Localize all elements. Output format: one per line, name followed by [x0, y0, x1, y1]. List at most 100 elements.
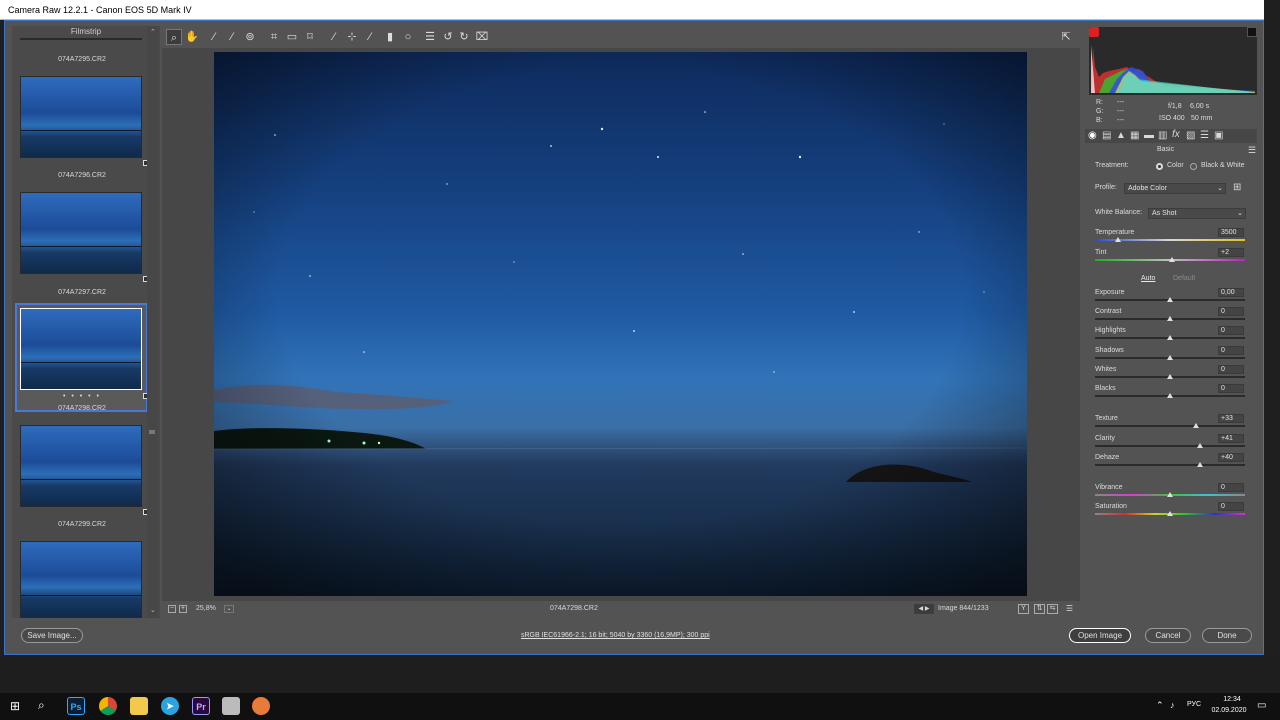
- app-icon[interactable]: [252, 697, 270, 715]
- profile-dropdown[interactable]: Adobe Color ⌄: [1124, 183, 1226, 194]
- contrast-value-field[interactable]: 0: [1218, 307, 1244, 316]
- radial-filter-icon[interactable]: ○: [400, 29, 416, 45]
- shadows-value-field[interactable]: 0: [1218, 346, 1244, 355]
- thumbnail-074A7297[interactable]: [20, 192, 142, 274]
- shadow-clipping-warning-icon[interactable]: [1089, 27, 1099, 37]
- highlights-slider-thumb[interactable]: [1167, 335, 1173, 340]
- clarity-slider-thumb[interactable]: [1197, 443, 1203, 448]
- rotate-right-icon[interactable]: ↻: [456, 29, 472, 45]
- red-eye-icon[interactable]: ⊹: [344, 29, 360, 45]
- texture-value-field[interactable]: +33: [1218, 414, 1244, 423]
- preview-settings-icon[interactable]: ☰: [1064, 604, 1075, 614]
- whites-value-field[interactable]: 0: [1218, 365, 1244, 374]
- hand-icon[interactable]: ✋: [184, 29, 200, 45]
- star-rating[interactable]: • • • • •: [12, 393, 152, 400]
- save-image-button[interactable]: Save Image...: [21, 628, 83, 643]
- rotate-left-icon[interactable]: ↺: [440, 29, 456, 45]
- tray-chevron-up-icon[interactable]: ⌃: [1156, 700, 1164, 711]
- thumbnail-074A7296[interactable]: [20, 76, 142, 158]
- white-balance-dropdown[interactable]: As Shot ⌄: [1148, 208, 1246, 219]
- thumbnail-074A7298[interactable]: [20, 308, 142, 390]
- chrome-icon[interactable]: [99, 697, 117, 715]
- clock-time[interactable]: 12:34: [1215, 696, 1249, 703]
- graduated-filter-icon[interactable]: ▮: [382, 29, 398, 45]
- panel-menu-icon[interactable]: ☰: [1248, 145, 1256, 156]
- default-button[interactable]: Default: [1173, 275, 1195, 282]
- thumbnail-074A7300[interactable]: [20, 541, 142, 618]
- detail-tab-icon[interactable]: ▲: [1116, 130, 1126, 141]
- effects-tab-icon[interactable]: fx: [1172, 129, 1180, 140]
- zoom-dropdown-icon[interactable]: ⌄: [224, 605, 234, 613]
- snapshots-tab-icon[interactable]: ▣: [1214, 130, 1223, 141]
- temperature-value-field[interactable]: 3500: [1218, 228, 1244, 237]
- profile-browser-icon[interactable]: ⊞: [1233, 182, 1245, 194]
- spot-removal-icon[interactable]: ⁄: [326, 29, 342, 45]
- tone-curve-tab-icon[interactable]: ▤: [1102, 130, 1111, 141]
- black-white-radio[interactable]: [1190, 163, 1197, 170]
- blacks-value-field[interactable]: 0: [1218, 384, 1244, 393]
- copy-settings-icon[interactable]: ⇆: [1047, 604, 1058, 614]
- fullscreen-icon[interactable]: ⇱: [1058, 29, 1074, 45]
- split-toning-tab-icon[interactable]: ▬: [1144, 130, 1154, 141]
- zoom-icon[interactable]: ⌕: [166, 29, 182, 45]
- telegram-icon[interactable]: ➤: [161, 697, 179, 715]
- scroll-up-icon[interactable]: ⌃: [150, 28, 156, 36]
- clarity-slider-track[interactable]: [1095, 445, 1245, 447]
- highlight-clipping-warning-icon[interactable]: [1247, 27, 1257, 37]
- delete-icon[interactable]: ⌧: [474, 29, 490, 45]
- notifications-icon[interactable]: ▭: [1257, 700, 1266, 711]
- file-explorer-icon[interactable]: [130, 697, 148, 715]
- scroll-down-icon[interactable]: ⌄: [150, 606, 156, 614]
- zoom-in-icon[interactable]: +: [179, 605, 187, 613]
- vibrance-value-field[interactable]: 0: [1218, 483, 1244, 492]
- saturation-slider-thumb[interactable]: [1167, 511, 1173, 516]
- language-indicator[interactable]: РУС: [1187, 701, 1201, 708]
- basic-tab-icon[interactable]: ◉: [1088, 130, 1097, 141]
- tint-slider-thumb[interactable]: [1168, 257, 1175, 262]
- panel-resize-handle[interactable]: [149, 430, 155, 434]
- color-sampler-icon[interactable]: ⁄: [224, 29, 240, 45]
- exposure-value-field[interactable]: 0,00: [1218, 288, 1244, 297]
- vibrance-slider-thumb[interactable]: [1167, 492, 1173, 497]
- contrast-slider-thumb[interactable]: [1167, 316, 1173, 321]
- straighten-icon[interactable]: ▭: [284, 29, 300, 45]
- calibration-tab-icon[interactable]: ▧: [1186, 130, 1195, 141]
- white-balance-icon[interactable]: ⁄: [206, 29, 222, 45]
- dehaze-value-field[interactable]: +40: [1218, 453, 1244, 462]
- presets-icon[interactable]: ☰: [422, 29, 438, 45]
- texture-slider-thumb[interactable]: [1192, 423, 1199, 428]
- open-image-button[interactable]: Open Image: [1069, 628, 1131, 643]
- transform-icon[interactable]: ⌑: [302, 29, 318, 45]
- targeted-adjustment-icon[interactable]: ⊚: [242, 29, 258, 45]
- texture-slider-track[interactable]: [1095, 425, 1245, 427]
- zoom-out-icon[interactable]: −: [168, 605, 176, 613]
- blacks-slider-thumb[interactable]: [1167, 393, 1173, 398]
- saturation-value-field[interactable]: 0: [1218, 502, 1244, 511]
- windows-start-icon[interactable]: ⊞: [10, 700, 22, 712]
- workflow-options-link[interactable]: sRGB IEC61966-2.1; 16 bit; 5040 by 3360 …: [521, 632, 710, 639]
- presets-tab-icon[interactable]: ☰: [1200, 130, 1209, 141]
- highlights-value-field[interactable]: 0: [1218, 326, 1244, 335]
- color-radio[interactable]: [1156, 163, 1163, 170]
- zoom-level[interactable]: 25,8%: [196, 605, 216, 612]
- speaker-icon[interactable]: ♪: [1170, 700, 1175, 710]
- photoshop-app-icon[interactable]: Ps: [67, 697, 85, 715]
- cancel-button[interactable]: Cancel: [1145, 628, 1191, 643]
- dehaze-slider-track[interactable]: [1095, 464, 1245, 466]
- tint-value-field[interactable]: +2: [1218, 248, 1244, 257]
- app-icon[interactable]: [222, 697, 240, 715]
- dehaze-slider-thumb[interactable]: [1197, 462, 1203, 467]
- hsl-tab-icon[interactable]: ▦: [1130, 130, 1139, 141]
- done-button[interactable]: Done: [1202, 628, 1252, 643]
- filmstrip-scrollbar[interactable]: ⌃ ⌄: [147, 26, 158, 618]
- search-icon[interactable]: ⌕: [38, 698, 45, 713]
- lens-tab-icon[interactable]: ▥: [1158, 130, 1167, 141]
- preview-image[interactable]: [214, 52, 1027, 596]
- whites-slider-thumb[interactable]: [1167, 374, 1173, 379]
- crop-icon[interactable]: ⌗: [266, 29, 282, 45]
- before-after-icon[interactable]: Y: [1018, 604, 1029, 614]
- temperature-slider-thumb[interactable]: [1114, 237, 1121, 242]
- adjustment-brush-icon[interactable]: ⁄: [362, 29, 378, 45]
- exposure-slider-thumb[interactable]: [1167, 297, 1173, 302]
- swap-settings-icon[interactable]: ⇅: [1034, 604, 1045, 614]
